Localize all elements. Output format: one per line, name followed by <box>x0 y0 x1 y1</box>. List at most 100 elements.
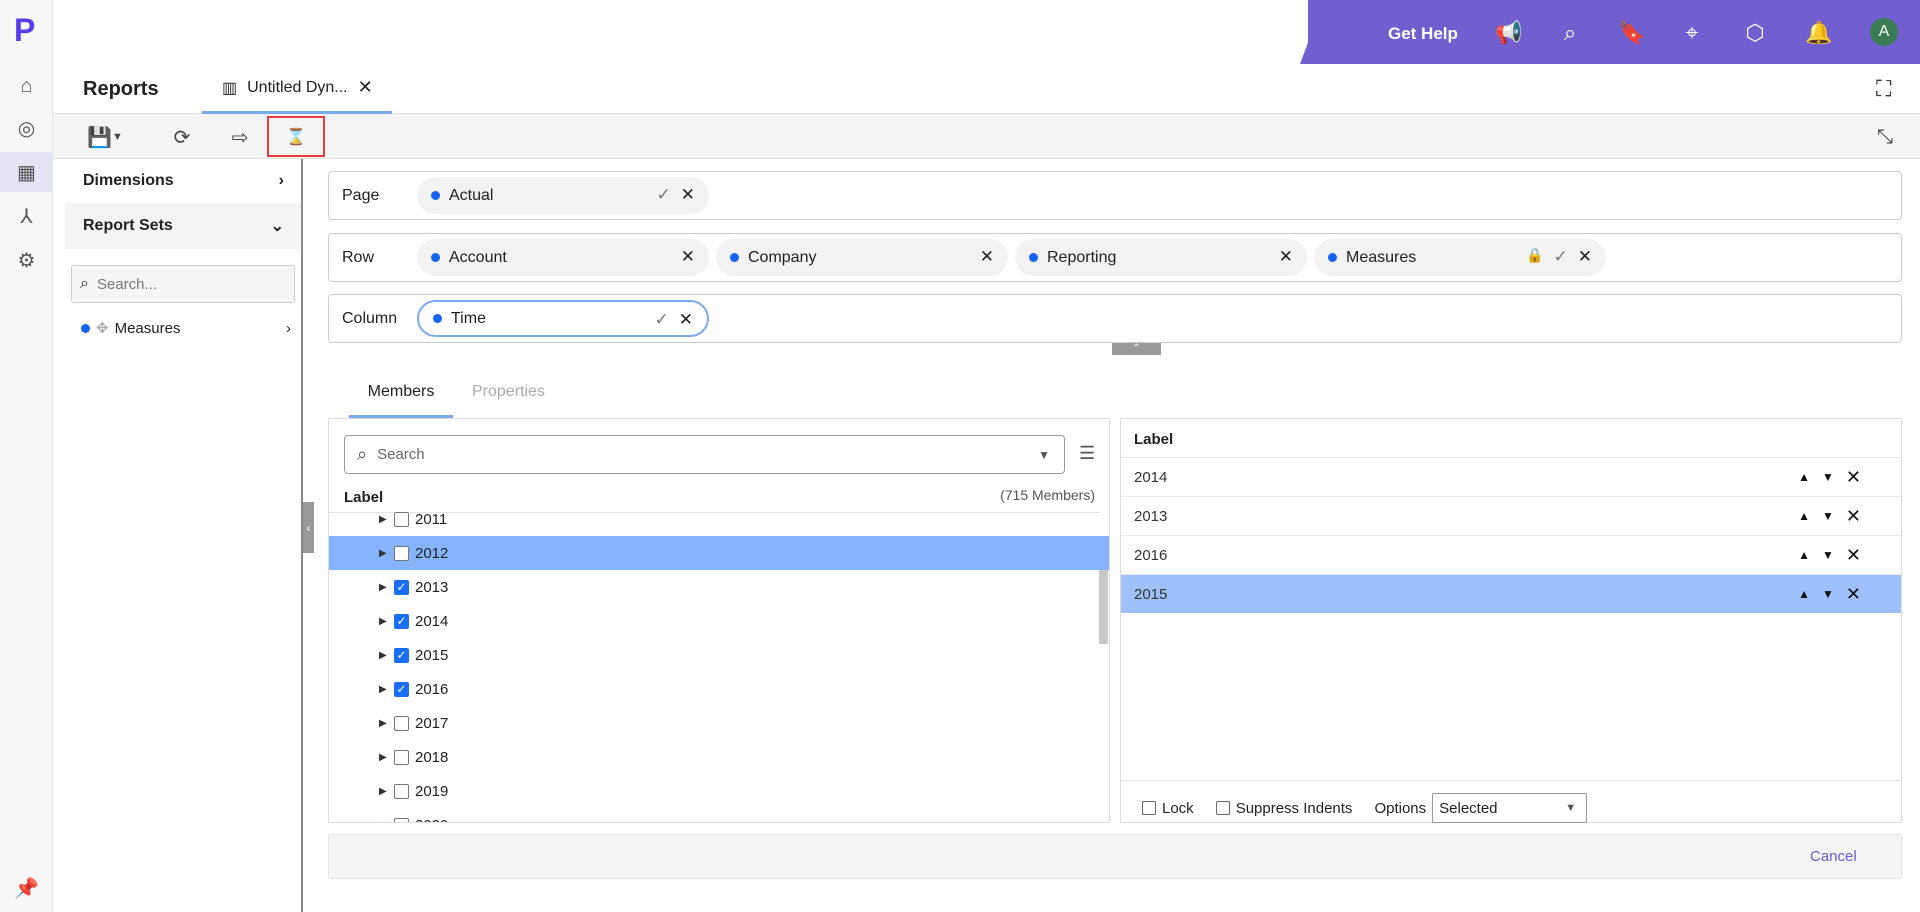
member-row[interactable]: ▶ ✓ 2015 <box>329 638 1109 672</box>
remove-icon[interactable]: ✕ <box>1846 584 1861 605</box>
save-button[interactable]: 💾 ▼ <box>83 122 127 152</box>
member-checkbox[interactable] <box>394 511 409 527</box>
target-icon[interactable]: ◎ <box>0 108 53 148</box>
dimensions-section[interactable]: Dimensions › <box>65 159 302 203</box>
member-row[interactable]: ▶ 2012 <box>329 536 1109 570</box>
member-checkbox[interactable] <box>394 817 409 822</box>
expand-icon[interactable]: ▶ <box>379 684 387 695</box>
expand-icon[interactable]: ▶ <box>379 650 387 661</box>
pill-measures[interactable]: Measures 🔒 ✓ ✕ <box>1314 239 1606 276</box>
collapse-icon[interactable]: ⤡ <box>1870 122 1900 152</box>
cube-icon[interactable]: ⬡ <box>1742 20 1768 46</box>
hierarchy-icon[interactable]: ⅄ <box>0 196 53 236</box>
options-select[interactable]: Selected ▼ <box>1432 793 1588 823</box>
member-checkbox[interactable]: ✓ <box>394 681 409 697</box>
pill-reporting[interactable]: Reporting ✕ <box>1015 239 1307 276</box>
move-up-icon[interactable]: ▲ <box>1798 470 1810 484</box>
gear-icon[interactable]: ⚙ <box>0 240 53 280</box>
list-icon[interactable]: ☰ <box>1079 443 1095 464</box>
run-icon[interactable]: ⇨ <box>225 122 255 152</box>
close-icon[interactable]: ✕ <box>681 185 695 205</box>
expand-icon[interactable]: ▶ <box>379 548 387 559</box>
member-checkbox[interactable]: ✓ <box>394 647 409 663</box>
member-row[interactable]: ▶ 2018 <box>329 740 1109 774</box>
member-row[interactable]: ▶ 2011 <box>329 502 1109 536</box>
close-icon[interactable]: ✕ <box>679 310 693 330</box>
tab-untitled[interactable]: ▥ Untitled Dyn... ✕ <box>202 64 392 114</box>
left-search-input[interactable]: ⌕ Search... <box>71 265 295 303</box>
fullscreen-icon[interactable]: ⛶ <box>1876 76 1891 102</box>
selected-row[interactable]: 2013 ▲ ▼ ✕ <box>1121 496 1901 535</box>
list-item-measures[interactable]: ✥ Measures › <box>81 319 291 337</box>
expand-icon[interactable]: ▶ <box>379 820 387 823</box>
pill-time[interactable]: Time ✓ ✕ <box>417 300 709 337</box>
expand-icon[interactable]: ▶ <box>379 616 387 627</box>
members-search-input[interactable]: ⌕ Search ▼ <box>344 435 1065 474</box>
close-icon[interactable]: ✕ <box>1578 247 1592 267</box>
check-icon[interactable]: ✓ <box>655 310 669 330</box>
get-help-link[interactable]: Get Help <box>1388 24 1458 44</box>
suppress-indents-checkbox[interactable] <box>1215 801 1230 815</box>
member-checkbox[interactable] <box>394 783 409 799</box>
expand-icon[interactable]: ▶ <box>379 718 387 729</box>
member-checkbox[interactable] <box>394 715 409 731</box>
scrollbar[interactable] <box>1099 570 1108 644</box>
expand-icon[interactable]: ▶ <box>379 582 387 593</box>
bookmark-icon[interactable]: 🔖 <box>1618 20 1645 46</box>
remove-icon[interactable]: ✕ <box>1846 467 1861 488</box>
cancel-button[interactable]: Cancel <box>1810 848 1857 865</box>
report-sets-section[interactable]: Report Sets ⌄ <box>65 203 302 249</box>
expand-icon[interactable]: ▶ <box>379 752 387 763</box>
move-down-icon[interactable]: ▼ <box>1822 548 1834 562</box>
pill-company[interactable]: Company ✕ <box>716 239 1008 276</box>
lock-checkbox[interactable] <box>1142 801 1156 815</box>
pill-account[interactable]: Account ✕ <box>417 239 709 276</box>
close-icon[interactable]: ✕ <box>681 247 695 267</box>
member-row[interactable]: ▶ ✓ 2016 <box>329 672 1109 706</box>
tab-properties[interactable]: Properties <box>472 383 545 401</box>
move-down-icon[interactable]: ▼ <box>1822 587 1834 601</box>
selected-row[interactable]: 2016 ▲ ▼ ✕ <box>1121 535 1901 574</box>
move-up-icon[interactable]: ▲ <box>1798 548 1810 562</box>
close-icon[interactable]: ✕ <box>980 247 994 267</box>
member-row[interactable]: ▶ 2020 <box>329 808 1109 823</box>
pin-icon[interactable]: 📌 <box>0 868 53 908</box>
member-row[interactable]: ▶ ✓ 2013 <box>329 570 1109 604</box>
remove-icon[interactable]: ✕ <box>1846 506 1861 527</box>
expand-icon[interactable]: ▶ <box>379 786 387 797</box>
collapse-dimensions-button[interactable]: ⌃ <box>1112 343 1161 355</box>
move-up-icon[interactable]: ▲ <box>1798 587 1810 601</box>
bell-icon[interactable]: 🔔 <box>1805 20 1832 46</box>
lock-icon[interactable]: 🔒 <box>1526 247 1543 267</box>
member-checkbox[interactable]: ✓ <box>394 579 409 595</box>
move-down-icon[interactable]: ▼ <box>1822 509 1834 523</box>
home-icon[interactable]: ⌂ <box>0 66 53 106</box>
close-icon[interactable]: ✕ <box>1279 247 1293 267</box>
selected-row[interactable]: 2015 ▲ ▼ ✕ <box>1121 574 1901 613</box>
selected-row[interactable]: 2014 ▲ ▼ ✕ <box>1121 457 1901 496</box>
member-row[interactable]: ▶ 2017 <box>329 706 1109 740</box>
check-icon[interactable]: ✓ <box>1554 247 1568 267</box>
move-up-icon[interactable]: ▲ <box>1798 509 1810 523</box>
chevron-down-icon[interactable]: ▼ <box>1038 448 1050 462</box>
grid-icon[interactable]: ▦ <box>0 152 53 192</box>
member-row[interactable]: ▶ ✓ 2014 <box>329 604 1109 638</box>
expand-icon[interactable]: ▶ <box>379 514 387 525</box>
crosshair-icon[interactable]: ⌖ <box>1679 20 1705 46</box>
megaphone-icon[interactable]: 📢 <box>1495 20 1522 46</box>
member-checkbox[interactable] <box>394 749 409 765</box>
tab-members[interactable]: Members <box>349 383 453 418</box>
collapse-handle[interactable]: ‹ <box>303 502 314 553</box>
remove-icon[interactable]: ✕ <box>1846 545 1861 566</box>
check-icon[interactable]: ✓ <box>657 185 671 205</box>
search-icon[interactable]: ⌕ <box>1557 20 1583 46</box>
formula-icon[interactable]: ⌛ <box>267 116 325 157</box>
avatar[interactable]: A <box>1870 18 1898 46</box>
member-row[interactable]: ▶ 2019 <box>329 774 1109 808</box>
move-down-icon[interactable]: ▼ <box>1822 470 1834 484</box>
member-checkbox[interactable]: ✓ <box>394 613 409 629</box>
close-icon[interactable]: ✕ <box>358 77 373 98</box>
member-checkbox[interactable] <box>394 545 409 561</box>
refresh-icon[interactable]: ⟳ <box>167 122 197 152</box>
pill-actual[interactable]: Actual ✓ ✕ <box>417 177 709 214</box>
